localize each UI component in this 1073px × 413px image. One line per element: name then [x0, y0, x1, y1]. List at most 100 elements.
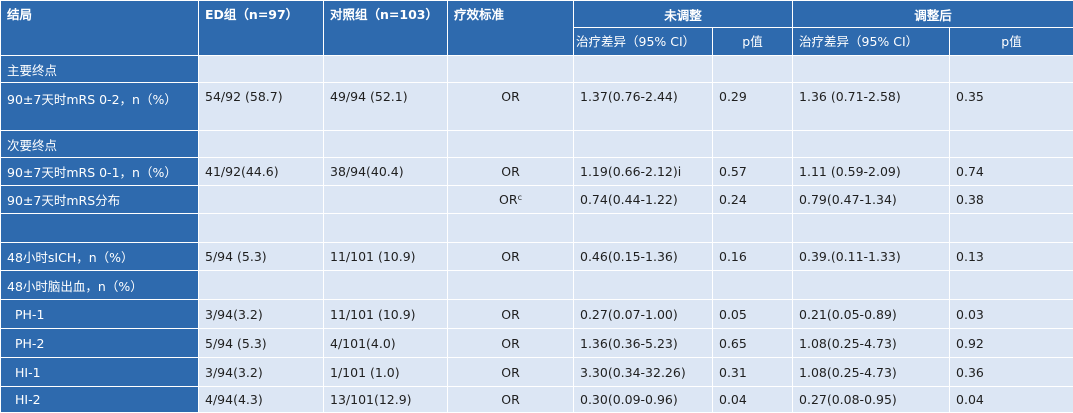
header-adjusted: 调整后	[792, 0, 1073, 28]
row-label: 48小时sICH，n（%）	[0, 242, 199, 271]
results-table: 结局 ED组（n=97） 对照组（n=103） 疗效标准 未调整 调整后 治疗差…	[0, 0, 1073, 413]
measure-value	[447, 55, 574, 83]
pvalue-unadjusted	[711, 213, 794, 243]
ed-value: 54/92 (58.7)	[198, 82, 324, 131]
diff-ci-unadjusted: 0.74(0.44-1.22)	[573, 185, 713, 214]
table-row: 次要终点	[0, 130, 1073, 158]
diff-ci-unadjusted	[573, 55, 713, 83]
pvalue-adjusted	[949, 55, 1073, 83]
pvalue-unadjusted: 0.24	[711, 185, 794, 214]
ed-value: 5/94 (5.3)	[198, 242, 324, 271]
measure-value	[447, 130, 574, 158]
control-value: 11/101 (10.9)	[323, 242, 448, 271]
row-label: 48小时脑出血，n（%）	[0, 270, 199, 300]
header-pvalue-adjusted: p值	[949, 27, 1073, 56]
diff-ci-adjusted: 0.21(0.05-0.89)	[792, 299, 951, 329]
ed-value: 4/94(4.3)	[198, 386, 324, 413]
row-label: PH-2	[0, 328, 199, 358]
diff-ci-unadjusted	[573, 270, 713, 300]
header-unadjusted: 未调整	[572, 0, 794, 28]
table-row: 主要终点	[0, 55, 1073, 83]
diff-ci-unadjusted: 0.46(0.15-1.36)	[573, 242, 713, 271]
pvalue-adjusted: 0.13	[949, 242, 1073, 271]
pvalue-adjusted	[949, 130, 1073, 158]
diff-ci-adjusted: 0.79(0.47-1.34)	[792, 185, 951, 214]
diff-ci-adjusted: 0.39.(0.11-1.33)	[792, 242, 951, 271]
pvalue-adjusted: 0.92	[949, 328, 1073, 358]
measure-value: OR	[447, 157, 574, 186]
header-diff-ci-unadjusted: 治疗差异（95% CI）	[573, 27, 713, 56]
diff-ci-unadjusted: 1.36(0.36-5.23)	[573, 328, 713, 358]
row-label	[0, 213, 199, 243]
table-row: PH-1 3/94(3.2) 11/101 (10.9) OR 0.27(0.0…	[0, 299, 1073, 329]
table-row: 48小时脑出血，n（%）	[0, 270, 1073, 300]
row-label: 90±7天时mRS 0-2，n（%）	[0, 82, 199, 131]
diff-ci-adjusted	[792, 55, 951, 83]
pvalue-adjusted: 0.35	[949, 82, 1073, 131]
diff-ci-unadjusted	[573, 130, 713, 158]
table-row: 90±7天时mRS 0-2，n（%） 54/92 (58.7) 49/94 (5…	[0, 82, 1073, 131]
measure-value: OR	[447, 386, 574, 413]
pvalue-unadjusted: 0.57	[711, 157, 794, 186]
ed-value	[198, 185, 324, 214]
pvalue-unadjusted	[711, 270, 794, 300]
control-value: 13/101(12.9)	[323, 386, 448, 413]
pvalue-unadjusted	[711, 130, 794, 158]
pvalue-unadjusted: 0.31	[711, 357, 794, 387]
pvalue-adjusted: 0.38	[949, 185, 1073, 214]
measure-value: OR	[447, 242, 574, 271]
diff-ci-adjusted: 1.08(0.25-4.73)	[792, 357, 951, 387]
measure-superscript: c	[517, 193, 522, 202]
row-label: HI-2	[0, 386, 199, 413]
measure-value	[447, 270, 574, 300]
pvalue-unadjusted	[711, 55, 794, 83]
header-outcome: 结局	[0, 0, 199, 56]
diff-ci-adjusted: 1.08(0.25-4.73)	[792, 328, 951, 358]
measure-value: OR	[499, 192, 518, 207]
measure-value: OR	[447, 299, 574, 329]
table-row: 48小时sICH，n（%） 5/94 (5.3) 11/101 (10.9) O…	[0, 242, 1073, 271]
diff-ci-unadjusted: 1.19(0.66-2.12)i	[573, 157, 713, 186]
ed-value	[198, 55, 324, 83]
control-value: 4/101(4.0)	[323, 328, 448, 358]
control-value	[323, 213, 448, 243]
diff-ci-unadjusted: 1.37(0.76-2.44)	[573, 82, 713, 131]
control-value	[323, 130, 448, 158]
pvalue-unadjusted: 0.05	[711, 299, 794, 329]
control-value: 1/101 (1.0)	[323, 357, 448, 387]
diff-ci-adjusted: 0.27(0.08-0.95)	[792, 386, 951, 413]
control-value	[323, 55, 448, 83]
diff-ci-adjusted	[792, 270, 951, 300]
pvalue-adjusted	[949, 213, 1073, 243]
row-label: 90±7天时mRS 0-1，n（%）	[0, 157, 199, 186]
ed-value: 41/92(44.6)	[198, 157, 324, 186]
diff-ci-adjusted	[792, 213, 951, 243]
ed-value	[198, 130, 324, 158]
header-ed-group: ED组（n=97）	[198, 0, 324, 56]
table-row: 90±7天时mRS分布 ORc 0.74(0.44-1.22) 0.24 0.7…	[0, 185, 1073, 214]
header-pvalue-unadjusted: p值	[711, 27, 794, 56]
measure-value: OR	[447, 328, 574, 358]
row-label: HI-1	[0, 357, 199, 387]
measure-value: OR	[447, 82, 574, 131]
control-value: 11/101 (10.9)	[323, 299, 448, 329]
row-label: 次要终点	[0, 130, 199, 158]
header-diff-ci-adjusted: 治疗差异（95% CI）	[792, 27, 951, 56]
measure-value	[447, 213, 574, 243]
diff-ci-unadjusted	[573, 213, 713, 243]
ed-value: 3/94(3.2)	[198, 357, 324, 387]
row-label: 90±7天时mRS分布	[0, 185, 199, 214]
table-row: 90±7天时mRS 0-1，n（%） 41/92(44.6) 38/94(40.…	[0, 157, 1073, 186]
ed-value: 5/94 (5.3)	[198, 328, 324, 358]
measure-value: OR	[447, 357, 574, 387]
table-row: PH-2 5/94 (5.3) 4/101(4.0) OR 1.36(0.36-…	[0, 328, 1073, 358]
pvalue-adjusted: 0.36	[949, 357, 1073, 387]
control-value: 38/94(40.4)	[323, 157, 448, 186]
diff-ci-adjusted	[792, 130, 951, 158]
ed-value	[198, 270, 324, 300]
pvalue-unadjusted: 0.04	[711, 386, 794, 413]
diff-ci-unadjusted: 0.27(0.07-1.00)	[573, 299, 713, 329]
pvalue-adjusted	[949, 270, 1073, 300]
row-label: PH-1	[0, 299, 199, 329]
pvalue-adjusted: 0.74	[949, 157, 1073, 186]
